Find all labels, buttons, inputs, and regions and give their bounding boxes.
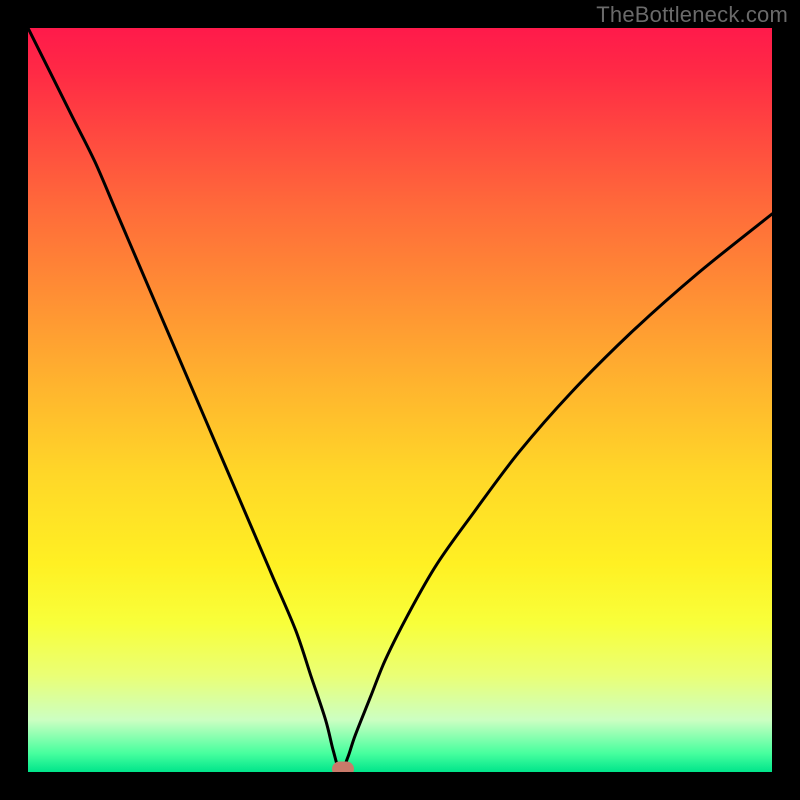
watermark-text: TheBottleneck.com <box>596 2 788 28</box>
minimum-marker <box>332 762 354 773</box>
chart-frame: TheBottleneck.com <box>0 0 800 800</box>
curve-layer <box>28 28 772 772</box>
bottleneck-curve <box>28 28 772 772</box>
plot-area <box>28 28 772 772</box>
